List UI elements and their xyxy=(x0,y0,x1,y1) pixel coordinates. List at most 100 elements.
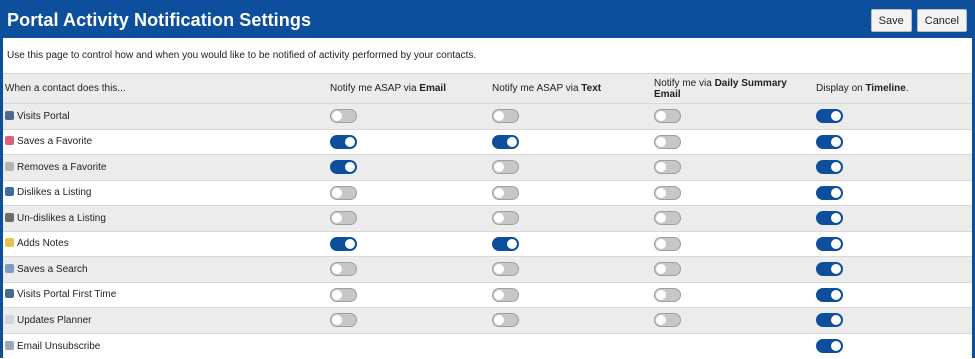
toggle-cell-timeline xyxy=(814,180,972,206)
daily-summary-email-toggle[interactable] xyxy=(654,262,681,277)
asap-text-toggle[interactable] xyxy=(492,160,519,175)
toggle-cell-asap-email xyxy=(328,155,490,181)
daily-summary-email-toggle[interactable] xyxy=(654,134,681,149)
column-header-contact-action: When a contact does this... xyxy=(3,74,328,104)
activity-label: Dislikes a Listing xyxy=(17,187,92,199)
toggle-cell-timeline xyxy=(814,282,972,308)
daily-summary-email-toggle[interactable] xyxy=(654,236,681,251)
toggle-cell-asap-text xyxy=(490,308,652,334)
toggle-cell-daily-summary-email xyxy=(652,104,814,130)
asap-text-toggle[interactable] xyxy=(492,287,519,302)
activity-label: Visits Portal First Time xyxy=(17,289,117,301)
toggle-knob xyxy=(656,136,666,147)
toggle-knob xyxy=(656,315,666,326)
thumbs-down-gray-icon xyxy=(5,212,14,222)
asap-text-toggle[interactable] xyxy=(492,313,519,328)
column-header-prefix: Notify me ASAP via xyxy=(492,83,582,94)
settings-panel: Portal Activity Notification Settings Sa… xyxy=(0,0,975,359)
timeline-toggle[interactable] xyxy=(816,185,843,200)
envelope-icon xyxy=(5,340,14,350)
timeline-toggle[interactable] xyxy=(816,134,843,149)
toggle-cell-asap-text xyxy=(490,333,652,359)
asap-email-toggle[interactable] xyxy=(330,236,357,251)
asap-email-toggle[interactable] xyxy=(330,134,357,149)
toggle-knob xyxy=(656,187,666,198)
timeline-toggle[interactable] xyxy=(816,262,843,277)
toggle-cell-daily-summary-email xyxy=(652,333,814,359)
toggle-cell-timeline xyxy=(814,155,972,181)
activity-label-cell: Email Unsubscribe xyxy=(3,333,328,359)
header-actions: Save Cancel xyxy=(870,9,967,32)
toggle-cell-timeline xyxy=(814,104,972,130)
toggle-knob xyxy=(507,136,517,147)
toggle-cell-daily-summary-email xyxy=(652,282,814,308)
asap-text-toggle[interactable] xyxy=(492,236,519,251)
toggle-knob xyxy=(831,238,841,249)
asap-email-toggle[interactable] xyxy=(330,160,357,175)
table-row: Un-dislikes a Listing xyxy=(3,205,972,232)
daily-summary-email-toggle[interactable] xyxy=(654,109,681,124)
toggle-cell-asap-text xyxy=(490,180,652,206)
asap-email-toggle[interactable] xyxy=(330,313,357,328)
asap-email-toggle[interactable] xyxy=(330,109,357,124)
asap-text-toggle[interactable] xyxy=(492,211,519,226)
asap-text-toggle[interactable] xyxy=(492,262,519,277)
save-button[interactable]: Save xyxy=(870,9,912,32)
toggle-cell-asap-email xyxy=(328,308,490,334)
column-header-timeline: Display on Timeline. xyxy=(814,74,972,104)
timeline-toggle[interactable] xyxy=(816,339,843,353)
activity-label: Email Unsubscribe xyxy=(17,340,101,352)
asap-email-toggle[interactable] xyxy=(330,287,357,302)
asap-email-toggle[interactable] xyxy=(330,185,357,200)
asap-email-toggle[interactable] xyxy=(330,211,357,226)
asap-email-toggle[interactable] xyxy=(330,262,357,277)
toggle-knob xyxy=(831,136,841,147)
daily-summary-email-toggle[interactable] xyxy=(654,160,681,175)
toggle-cell-daily-summary-email xyxy=(652,257,814,283)
asap-text-toggle[interactable] xyxy=(492,109,519,124)
toggle-knob xyxy=(345,162,355,173)
daily-summary-email-toggle[interactable] xyxy=(654,211,681,226)
toggle-cell-asap-email xyxy=(328,282,490,308)
timeline-toggle[interactable] xyxy=(816,160,843,175)
timeline-toggle[interactable] xyxy=(816,287,843,302)
toggle-knob xyxy=(831,111,841,122)
toggle-cell-asap-text xyxy=(490,155,652,181)
column-header-asap-email: Notify me ASAP via Email xyxy=(328,74,490,104)
asap-text-toggle[interactable] xyxy=(492,185,519,200)
search-icon xyxy=(5,263,14,273)
toggle-knob xyxy=(494,162,504,173)
toggle-cell-timeline xyxy=(814,206,972,232)
timeline-toggle[interactable] xyxy=(816,109,843,124)
asap-text-toggle[interactable] xyxy=(492,134,519,149)
toggle-knob xyxy=(831,162,841,173)
daily-summary-email-toggle[interactable] xyxy=(654,287,681,302)
timeline-toggle[interactable] xyxy=(816,211,843,226)
heart-gray-icon xyxy=(5,161,14,171)
table-header-row: When a contact does this... Notify me ASA… xyxy=(3,73,972,104)
daily-summary-email-toggle[interactable] xyxy=(654,313,681,328)
toggle-knob xyxy=(656,238,666,249)
activity-label: Saves a Search xyxy=(17,263,88,275)
activity-label: Updates Planner xyxy=(17,314,92,326)
daily-summary-email-toggle[interactable] xyxy=(654,185,681,200)
toggle-cell-daily-summary-email xyxy=(652,308,814,334)
toggle-knob xyxy=(332,315,342,326)
table-row: Removes a Favorite xyxy=(3,154,972,181)
thumbs-down-icon xyxy=(5,187,14,197)
notification-table: When a contact does this... Notify me ASA… xyxy=(3,73,972,359)
cancel-button[interactable]: Cancel xyxy=(916,9,967,32)
timeline-toggle[interactable] xyxy=(816,313,843,328)
column-header-prefix: Notify me ASAP via xyxy=(330,83,420,94)
toggle-cell-asap-email xyxy=(328,333,490,359)
toggle-knob xyxy=(345,136,355,147)
toggle-knob xyxy=(831,213,841,224)
toggle-cell-daily-summary-email xyxy=(652,129,814,155)
toggle-cell-timeline xyxy=(814,231,972,257)
table-row: Visits Portal xyxy=(3,103,972,130)
toggle-cell-asap-text xyxy=(490,282,652,308)
timeline-toggle[interactable] xyxy=(816,236,843,251)
toggle-knob xyxy=(332,264,342,275)
toggle-knob xyxy=(332,187,342,198)
toggle-knob xyxy=(831,341,841,351)
